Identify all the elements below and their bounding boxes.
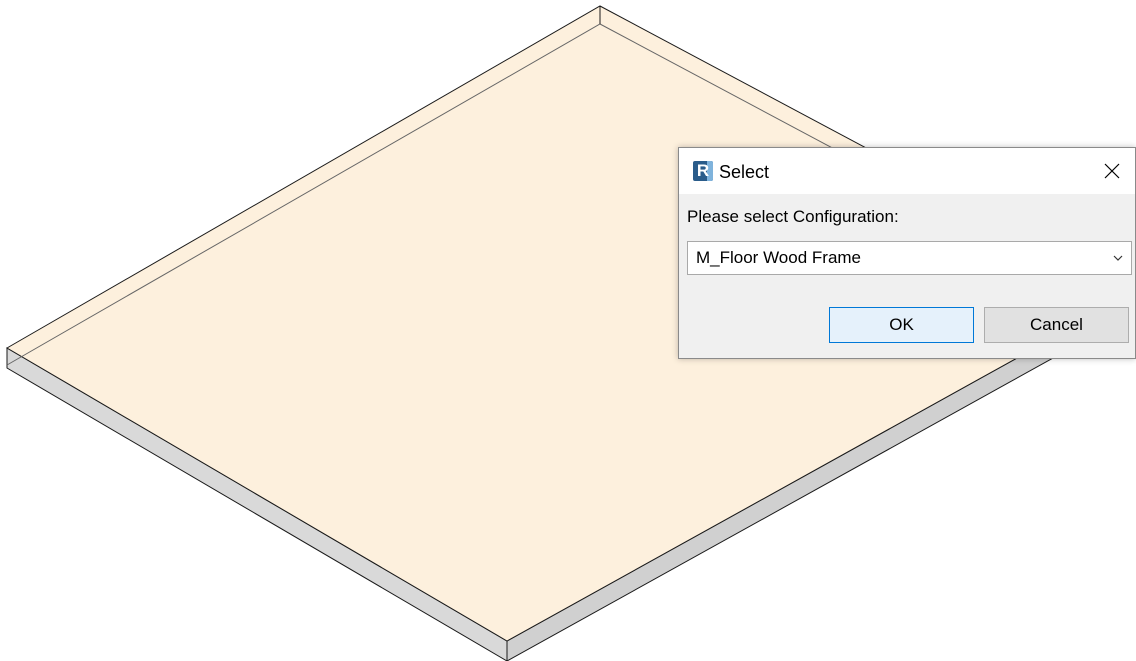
revit-r-icon: R [693,161,713,181]
cancel-button[interactable]: Cancel [984,307,1129,343]
dialog-titlebar[interactable]: R Select [679,148,1135,194]
revit-icon-letter: R [696,161,710,180]
ok-button[interactable]: OK [829,307,974,343]
dialog-title: Select [719,162,770,182]
close-button[interactable] [1089,148,1135,194]
configuration-dropdown[interactable]: M_Floor Wood Frame [687,241,1132,275]
select-dialog: R Select Please select Configuration: M_… [678,147,1136,359]
close-x-icon [1104,163,1120,179]
configuration-selected-value: M_Floor Wood Frame [696,248,862,267]
chevron-down-icon [1113,255,1123,261]
configuration-prompt: Please select Configuration: [687,207,899,226]
